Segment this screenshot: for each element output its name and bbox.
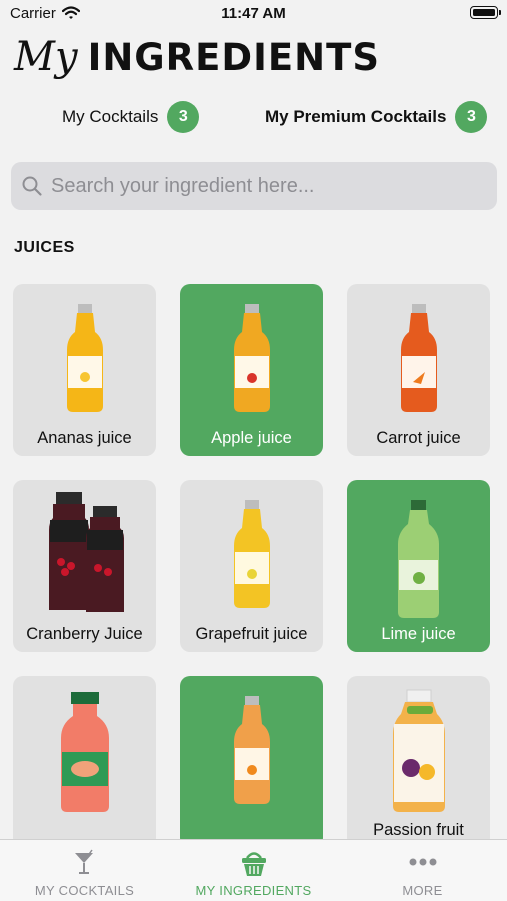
apple-juice-bottle-image xyxy=(234,304,270,412)
ingredient-name: Carrot juice xyxy=(376,429,461,447)
ingredient-name: Passion fruit xyxy=(373,821,464,839)
tab-my-ingredients[interactable]: MY INGREDIENTS xyxy=(169,840,338,901)
my-cocktails-counter[interactable]: My Cocktails 3 xyxy=(62,100,200,134)
passion-fruit-juice-bottle-image xyxy=(393,689,445,812)
tab-label: MORE xyxy=(402,883,443,898)
cranberry-juice-bottles-image xyxy=(49,492,124,612)
ingredient-card-cranberry-juice[interactable]: Cranberry Juice xyxy=(13,480,156,652)
ananas-juice-bottle-image xyxy=(67,304,103,412)
ingredient-card-orange-juice[interactable] xyxy=(180,676,323,848)
my-cocktails-count-badge: 3 xyxy=(167,101,200,133)
more-dots-icon xyxy=(409,858,437,866)
ingredient-card-passion-fruit[interactable]: Passion fruit xyxy=(347,676,490,848)
cocktail-glass-icon xyxy=(75,849,93,874)
ingredient-card-guava-juice[interactable] xyxy=(13,676,156,848)
basket-icon xyxy=(242,852,266,876)
my-cocktails-label: My Cocktails xyxy=(62,107,159,126)
tab-bar: MY COCKTAILS MY INGREDIENTS MORE xyxy=(0,839,507,901)
grapefruit-juice-bottle-image xyxy=(234,500,270,608)
my-premium-cocktails-counter[interactable]: My Premium Cocktails 3 xyxy=(265,100,488,134)
ingredient-card-grapefruit-juice[interactable]: Grapefruit juice xyxy=(180,480,323,652)
clock-time: 11:47 AM xyxy=(221,5,286,22)
ingredient-card-lime-juice[interactable]: Lime juice xyxy=(347,480,490,652)
ingredient-card-apple-juice[interactable]: Apple juice xyxy=(180,284,323,456)
tab-more[interactable]: MORE xyxy=(338,840,507,901)
ingredient-name: Lime juice xyxy=(381,625,456,643)
page-title: My INGREDIENTS xyxy=(14,34,380,86)
search-bar[interactable] xyxy=(11,162,497,210)
ingredient-card-ananas-juice[interactable]: Ananas juice xyxy=(13,284,156,456)
search-input[interactable] xyxy=(49,173,473,199)
juice-bottle-image xyxy=(234,696,270,804)
my-premium-cocktails-count-badge: 3 xyxy=(455,101,488,133)
ingredient-card-carrot-juice[interactable]: Carrot juice xyxy=(347,284,490,456)
status-bar: Carrier 11:47 AM xyxy=(0,0,507,28)
tab-label: MY COCKTAILS xyxy=(34,883,135,898)
page-title-script: My xyxy=(14,34,78,80)
tab-my-cocktails[interactable]: MY COCKTAILS xyxy=(0,840,169,901)
tab-label: MY INGREDIENTS xyxy=(195,883,312,898)
battery-icon xyxy=(470,6,501,19)
section-title-juices: JUICES xyxy=(14,239,75,256)
lime-juice-bottle-image xyxy=(398,500,439,618)
juice-bottle-image xyxy=(61,692,109,812)
ingredient-name: Apple juice xyxy=(211,429,292,447)
search-icon xyxy=(22,176,42,196)
carrot-juice-bottle-image xyxy=(401,304,437,412)
ingredient-name: Ananas juice xyxy=(37,429,132,447)
ingredient-name: Cranberry Juice xyxy=(26,625,143,643)
page-title-main: INGREDIENTS xyxy=(87,36,381,79)
my-premium-cocktails-label: My Premium Cocktails xyxy=(265,107,447,126)
ingredient-name: Grapefruit juice xyxy=(195,625,308,643)
